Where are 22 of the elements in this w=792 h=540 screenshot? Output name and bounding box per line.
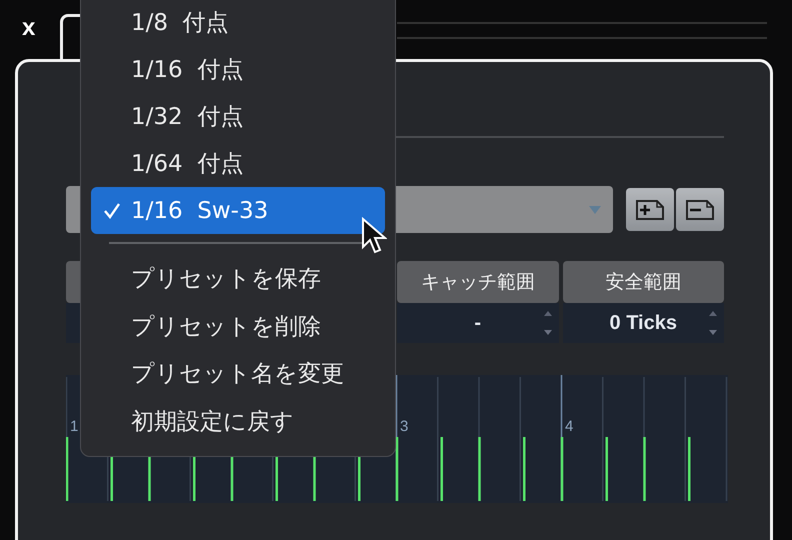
spinner-icon[interactable] — [542, 310, 552, 336]
menu-item[interactable]: プリセットを保存 — [91, 255, 385, 302]
add-preset-button[interactable] — [626, 188, 674, 231]
column-header[interactable]: 安全範囲 — [562, 261, 724, 303]
menu-item[interactable]: 1/8 付点 — [91, 0, 385, 46]
close-tab[interactable]: x — [22, 14, 36, 42]
menu-item[interactable]: 1/32 付点 — [91, 93, 385, 140]
check-icon — [103, 203, 121, 219]
menu-item[interactable]: プリセット名を変更 — [91, 350, 385, 398]
cursor-icon — [361, 217, 387, 255]
menu-item[interactable]: 1/64 付点 — [91, 140, 385, 187]
remove-page-icon — [685, 198, 715, 220]
remove-preset-button[interactable] — [676, 188, 724, 231]
menu-item[interactable]: 1/16 Sw-33 — [91, 187, 385, 234]
column-header[interactable]: キャッチ範囲 — [397, 261, 558, 303]
value-field[interactable]: - — [474, 312, 482, 334]
spinner-icon[interactable] — [708, 310, 718, 336]
menu-item[interactable]: プリセットを削除 — [91, 302, 385, 350]
caret-icon — [589, 206, 601, 214]
add-page-icon — [635, 198, 665, 220]
menu-item[interactable]: 初期設定に戻す — [91, 398, 385, 445]
menu-item[interactable]: 1/16 付点 — [91, 46, 385, 93]
